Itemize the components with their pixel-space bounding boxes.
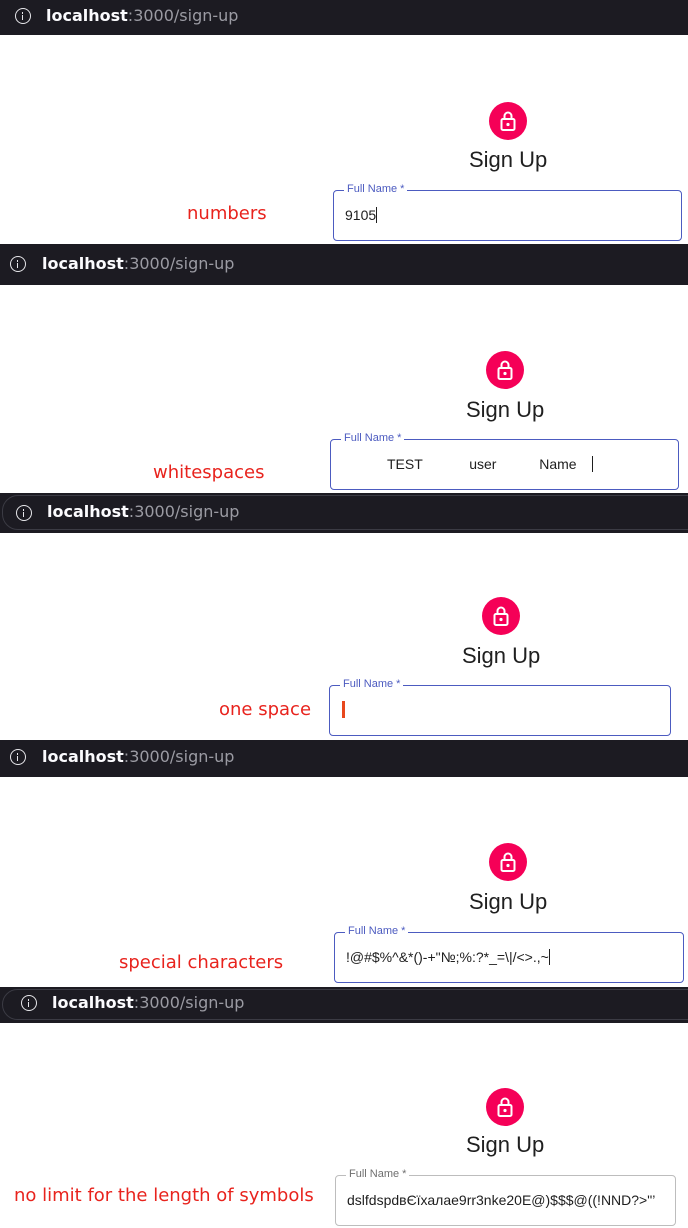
lock-icon [497,360,513,380]
info-icon[interactable] [15,8,31,24]
full-name-label: Full Name * [345,925,409,938]
full-name-field[interactable]: Full Name * dslfdspdвЄїхалае9rr3nke20E@)… [335,1168,676,1226]
case-label: one space [219,699,312,720]
text-caret [376,207,378,223]
info-icon[interactable] [10,256,26,272]
browser-url-bar[interactable]: localhost:3000/sign-up [0,740,688,777]
full-name-field[interactable]: Full Name * 9105 [333,183,682,241]
full-name-label: Full Name * [346,1168,410,1181]
full-name-value[interactable]: TEST user Name [387,455,672,473]
full-name-label: Full Name * [344,183,408,196]
case-label: numbers [187,203,267,224]
full-name-field[interactable]: Full Name * !@#$%^&*()-+"№;%:?*_=\|/<>.,… [334,925,684,983]
text-caret [548,949,550,965]
lock-icon [500,111,516,131]
url-text[interactable]: localhost:3000/sign-up [42,747,234,767]
page-title: Sign Up [466,397,545,422]
text-caret [592,456,594,472]
full-name-value[interactable] [342,701,642,719]
lock-avatar [489,102,527,140]
page-title: Sign Up [469,147,548,172]
page-title: Sign Up [469,889,548,914]
full-name-value[interactable]: !@#$%^&*()-+"№;%:?*_=\|/<>.,~ [346,948,676,966]
case-label: whitespaces [153,462,265,483]
screenshot-length-limit: localhost:3000/sign-up Sign Up no limit … [0,987,688,1228]
url-text[interactable]: localhost:3000/sign-up [46,6,238,26]
case-label: special characters [119,952,284,973]
full-name-label: Full Name * [340,678,404,691]
url-text[interactable]: localhost:3000/sign-up [52,993,244,1013]
lock-avatar [486,351,524,389]
info-icon[interactable] [16,505,32,521]
lock-avatar [482,597,520,635]
screenshot-whitespaces: localhost:3000/sign-up Sign Up whitespac… [0,244,688,493]
screenshot-special-characters: localhost:3000/sign-up Sign Up special c… [0,740,688,987]
info-icon[interactable] [10,749,26,765]
full-name-value[interactable]: dslfdspdвЄїхалае9rr3nke20E@)$$$@((!NND?>… [347,1191,665,1209]
full-name-field[interactable]: Full Name * TEST user Name [330,432,679,490]
screenshot-one-space: localhost:3000/sign-up Sign Up one space… [0,493,688,740]
browser-url-bar[interactable]: localhost:3000/sign-up [0,244,688,285]
case-label: no limit for the length of symbols [14,1185,314,1206]
page-title: Sign Up [466,1132,545,1157]
browser-url-bar[interactable]: localhost:3000/sign-up [0,0,688,35]
lock-icon [497,1097,513,1117]
text-caret [342,701,345,718]
lock-icon [493,606,509,626]
full-name-label: Full Name * [341,432,405,445]
info-icon[interactable] [21,995,37,1011]
lock-avatar [486,1088,524,1126]
full-name-value[interactable]: 9105 [345,206,670,224]
full-name-field[interactable]: Full Name * [329,678,671,736]
lock-icon [500,852,516,872]
lock-avatar [489,843,527,881]
browser-url-bar[interactable]: localhost:3000/sign-up [0,987,688,1023]
screenshot-numbers: localhost:3000/sign-up Sign Up numbers F… [0,0,688,244]
page-title: Sign Up [462,643,541,668]
browser-url-bar[interactable]: localhost:3000/sign-up [0,493,688,533]
url-text[interactable]: localhost:3000/sign-up [42,254,234,274]
url-text[interactable]: localhost:3000/sign-up [47,502,239,522]
